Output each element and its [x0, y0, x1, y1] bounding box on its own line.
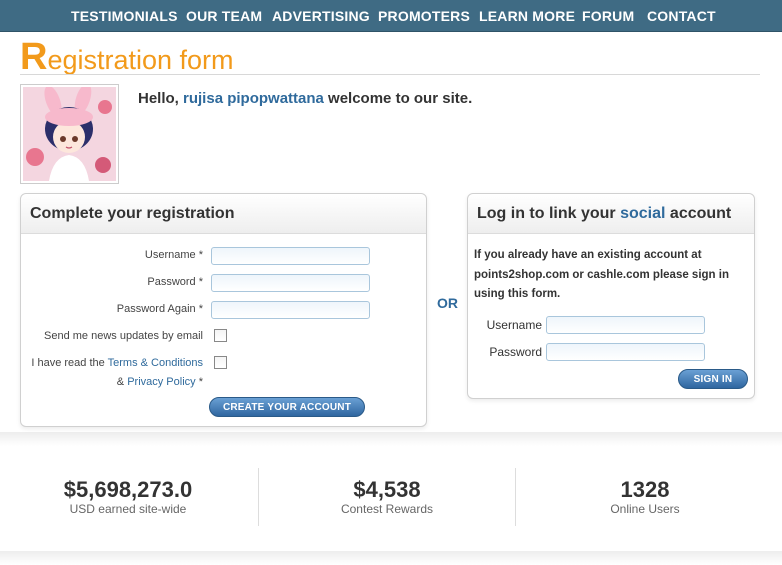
password-label: Password *	[147, 276, 203, 288]
page-title-rest: egistration form	[47, 45, 234, 75]
login-heading: Log in to link your social account	[468, 194, 754, 234]
login-instructions: If you already have an existing account …	[474, 249, 729, 300]
login-heading-accent: social	[620, 205, 666, 222]
stat-contest-label: Contest Rewards	[340, 502, 434, 516]
or-separator: OR	[437, 295, 458, 311]
welcome-prefix: Hello,	[138, 90, 184, 107]
terms-label: I have read the Terms & Conditions	[26, 357, 203, 369]
registration-panel: Complete your registration Username * Pa…	[20, 193, 427, 427]
stat-contest: $4,538 Contest Rewards	[267, 477, 507, 516]
nav-learn-more[interactable]: LEARN MORE	[479, 8, 575, 24]
login-password-field[interactable]	[546, 343, 705, 361]
section-shadow-bottom	[0, 551, 782, 565]
stat-earned-value: $5,698,273.0	[63, 477, 193, 502]
password-again-label: Password Again *	[116, 303, 203, 315]
login-heading-prefix: Log in to link your	[477, 205, 621, 222]
stat-online: 1328 Online Users	[525, 477, 765, 516]
stat-divider	[515, 468, 516, 526]
page-title: Registration form	[20, 36, 234, 79]
create-account-button[interactable]: CREATE YOUR ACCOUNT	[209, 397, 365, 417]
section-shadow-top	[0, 432, 782, 446]
login-heading-suffix: account	[665, 205, 732, 222]
stat-earned-label: USD earned site-wide	[69, 502, 187, 516]
terms-prefix: I have read the	[31, 357, 108, 369]
privacy-label: & Privacy Policy *	[26, 376, 203, 388]
login-username-label: Username	[486, 318, 542, 332]
stat-online-label: Online Users	[610, 502, 680, 516]
password-again-field[interactable]	[211, 301, 370, 319]
nav-forum[interactable]: FORUM	[582, 8, 634, 24]
login-panel: Log in to link your social account If yo…	[467, 193, 755, 399]
nav-advertising[interactable]: ADVERTISING	[272, 8, 370, 24]
registration-heading: Complete your registration	[21, 194, 426, 234]
top-navigation: TESTIMONIALS OUR TEAM ADVERTISING PROMOT…	[0, 0, 782, 32]
stat-earned: $5,698,273.0 USD earned site-wide	[8, 477, 248, 516]
username-label: Username *	[144, 249, 203, 261]
news-updates-checkbox[interactable]	[214, 329, 227, 342]
terms-checkbox[interactable]	[214, 356, 227, 369]
privacy-suffix: *	[195, 376, 203, 388]
username-field[interactable]	[211, 247, 370, 265]
nav-our-team[interactable]: OUR TEAM	[186, 8, 262, 24]
stat-divider	[258, 468, 259, 526]
password-field[interactable]	[211, 274, 370, 292]
page-title-initial: R	[20, 36, 48, 78]
nav-promoters[interactable]: PROMOTERS	[378, 8, 470, 24]
sign-in-button[interactable]: SIGN IN	[678, 369, 748, 389]
welcome-suffix: welcome to our site.	[323, 90, 473, 107]
avatar-image	[23, 87, 116, 181]
terms-link[interactable]: Terms & Conditions	[108, 357, 203, 369]
welcome-message: Hello, rujisa pipopwattana welcome to ou…	[138, 90, 472, 107]
privacy-link[interactable]: Privacy Policy	[127, 376, 195, 388]
nav-contact[interactable]: CONTACT	[647, 8, 716, 24]
login-username-field[interactable]	[546, 316, 705, 334]
title-divider	[20, 74, 760, 75]
stat-online-value: 1328	[620, 477, 670, 502]
username-link[interactable]: rujisa pipopwattana	[183, 90, 324, 107]
news-updates-label: Send me news updates by email	[44, 330, 203, 342]
login-password-label: Password	[489, 345, 542, 359]
stat-contest-value: $4,538	[353, 477, 421, 502]
privacy-prefix: &	[116, 376, 128, 388]
nav-testimonials[interactable]: TESTIMONIALS	[71, 8, 178, 24]
avatar	[20, 84, 119, 184]
